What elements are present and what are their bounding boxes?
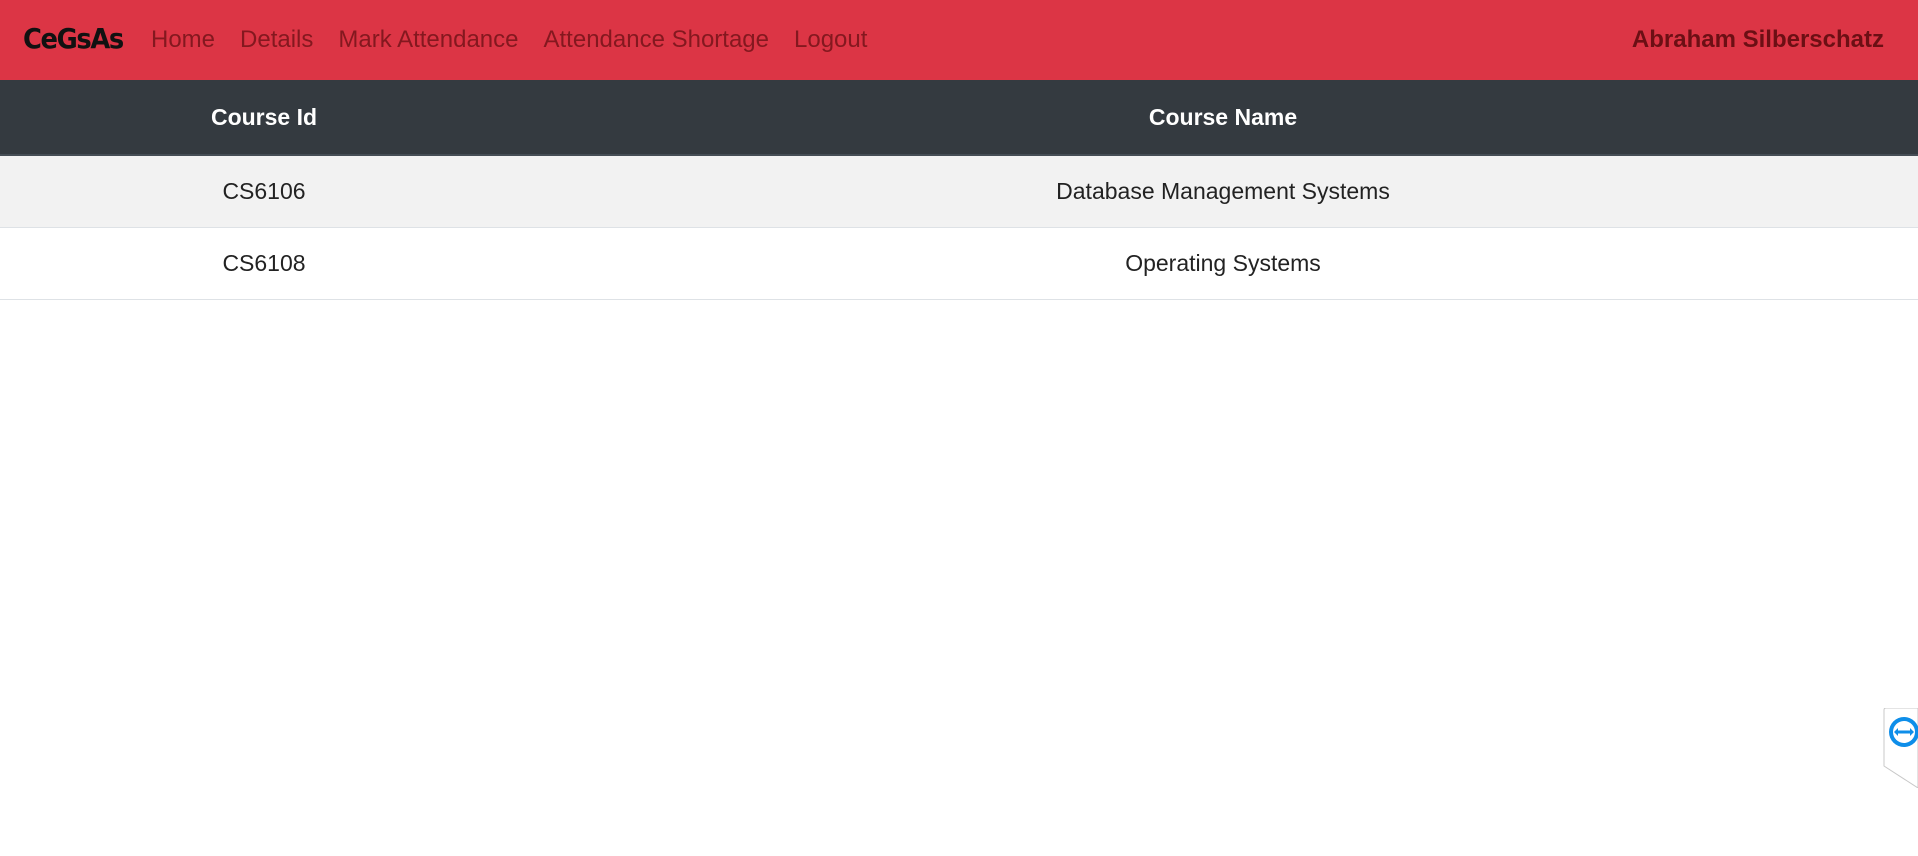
nav-link-details[interactable]: Details	[240, 22, 313, 58]
course-id-cell: CS6108	[222, 249, 306, 276]
nav-links: Home Details Mark Attendance Attendance …	[151, 22, 892, 58]
column-header-course-id: Course Id	[210, 103, 318, 130]
course-name-cell: Database Management Systems	[1056, 177, 1390, 204]
navbar: CeGsAs Home Details Mark Attendance Atte…	[0, 0, 1918, 80]
table-row: CS6106 Database Management Systems	[0, 155, 1918, 227]
brand-logo[interactable]: CeGsAs	[23, 19, 124, 59]
user-name: Abraham Silberschatz	[1631, 26, 1884, 53]
remote-support-widget[interactable]	[1882, 707, 1918, 789]
nav-link-attendance-shortage[interactable]: Attendance Shortage	[544, 22, 770, 58]
courses-table: Course Id Course Name CS6106 Database Ma…	[0, 80, 1918, 300]
nav-link-home[interactable]: Home	[151, 22, 215, 58]
nav-link-logout[interactable]: Logout	[794, 22, 867, 58]
course-id-cell: CS6106	[222, 177, 306, 204]
course-name-cell: Operating Systems	[1125, 249, 1321, 276]
table-header-row: Course Id Course Name	[0, 80, 1918, 155]
column-header-course-name: Course Name	[1148, 103, 1298, 130]
nav-link-mark-attendance[interactable]: Mark Attendance	[338, 22, 518, 58]
table-row: CS6108 Operating Systems	[0, 227, 1918, 299]
remote-support-icon	[1883, 707, 1918, 789]
